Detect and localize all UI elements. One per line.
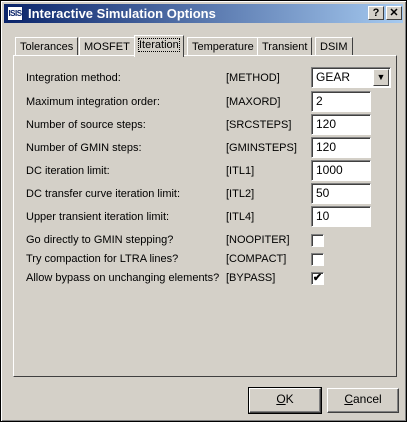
cancel-mnemonic: C <box>344 392 353 406</box>
tab-transient[interactable]: Transient <box>257 37 313 56</box>
ok-mnemonic: O <box>276 392 286 406</box>
window-title: Interactive Simulation Options <box>28 6 216 21</box>
cancel-label-rest: ancel <box>352 392 382 406</box>
tab-mosfet[interactable]: MOSFET <box>79 37 135 56</box>
title-bar[interactable]: ISIS Interactive Simulation Options ? ✕ <box>4 4 403 23</box>
tab-label: DSIM <box>320 41 348 53</box>
tab-iteration[interactable]: Iteration <box>134 35 184 57</box>
tab-label: Temperature <box>192 41 254 53</box>
close-button[interactable]: ✕ <box>386 6 402 20</box>
cancel-button[interactable]: Cancel <box>327 388 399 413</box>
iteration-panel <box>13 55 397 377</box>
tab-label: MOSFET <box>84 41 130 53</box>
dialog-window: ISIS Interactive Simulation Options ? ✕ … <box>0 0 407 422</box>
tab-label: Tolerances <box>20 41 74 53</box>
tab-tolerances[interactable]: Tolerances <box>15 37 79 56</box>
tab-temperature[interactable]: Temperature <box>187 37 259 56</box>
app-icon: ISIS <box>7 6 23 21</box>
ok-label-rest: K <box>285 392 294 406</box>
help-button[interactable]: ? <box>368 6 384 20</box>
tab-label: Transient <box>262 41 308 53</box>
tab-dsim[interactable]: DSIM <box>315 37 353 56</box>
ok-button[interactable]: OK <box>248 387 322 414</box>
tab-label: Iteration <box>138 38 180 52</box>
